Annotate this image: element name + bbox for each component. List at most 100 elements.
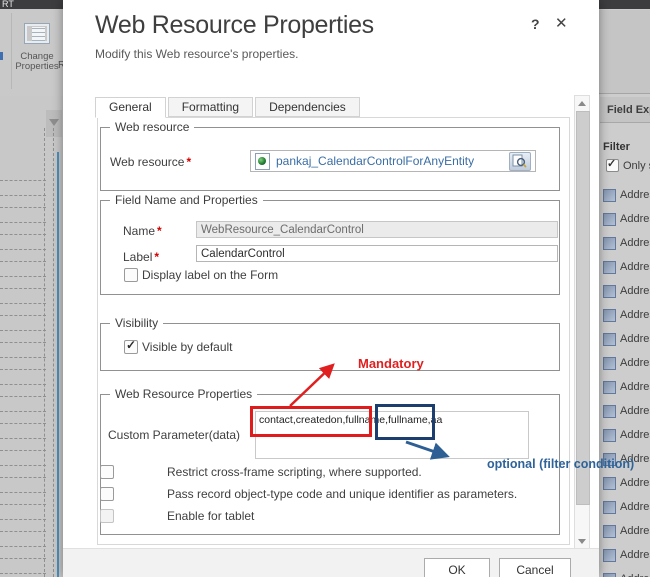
form-field-placeholder [0, 180, 46, 196]
web-resource-link[interactable]: pankaj_CalendarControlForAnyEntity [276, 154, 474, 168]
required-asterisk: * [154, 250, 160, 264]
optional-highlight-box [375, 404, 435, 440]
properties-sheet-icon [24, 23, 50, 44]
web-resource-properties-dialog: Web Resource Properties Modify this Web … [63, 0, 634, 577]
optional-annotation: optional (filter condition) [487, 457, 635, 471]
scrollbar-thumb[interactable] [576, 111, 590, 505]
scrollbar-down-icon[interactable] [578, 539, 586, 544]
list-item-label: Address [620, 357, 650, 369]
field-icon [603, 333, 616, 346]
mandatory-annotation: Mandatory [358, 356, 424, 371]
label-label: Label * [123, 250, 160, 264]
list-item[interactable]: Address [599, 328, 650, 352]
form-field-placeholder [0, 477, 46, 493]
field-icon [603, 501, 616, 514]
ribbon-separator [11, 13, 12, 89]
dialog-subtitle: Modify this Web resource's properties. [95, 47, 299, 61]
form-editor-background [0, 96, 63, 577]
form-field-placeholder [0, 315, 46, 331]
list-item[interactable]: Address [599, 280, 650, 304]
label-input[interactable] [196, 245, 558, 262]
field-explorer-list: Address Address Address Address Address Addre… [599, 184, 650, 577]
list-item-label: Address [620, 573, 650, 577]
ok-button[interactable]: OK [424, 558, 490, 577]
tab-strip: General Formatting Dependencies [95, 97, 362, 118]
list-item[interactable]: Address [599, 568, 650, 577]
custom-parameter-label: Custom Parameter(data) [108, 428, 241, 442]
web-resource-legend: Web resource [110, 120, 195, 134]
pass-record-label: Pass record object-type code and unique … [167, 487, 518, 501]
filter-label: Filter [603, 141, 630, 153]
browse-lookup-icon[interactable] [509, 151, 531, 171]
field-icon [603, 429, 616, 442]
list-item[interactable]: Address [599, 304, 650, 328]
help-icon[interactable]: ? [531, 16, 540, 32]
list-item-label: Address [620, 501, 650, 513]
visible-by-default-checkbox[interactable] [124, 338, 138, 354]
name-label: Name * [123, 224, 162, 238]
ribbon-right-block [598, 10, 650, 94]
field-icon [603, 549, 616, 562]
cancel-button[interactable]: Cancel [499, 558, 571, 577]
tab-formatting[interactable]: Formatting [167, 97, 254, 117]
close-icon[interactable]: ✕ [555, 14, 568, 32]
list-item[interactable]: Address [599, 352, 650, 376]
form-field-placeholders [0, 180, 46, 577]
web-resource-field-label: Web resource * [110, 155, 192, 169]
list-item[interactable]: Address [599, 376, 650, 400]
dialog-scrollbar[interactable] [574, 95, 590, 550]
list-item[interactable]: Address [599, 256, 650, 280]
display-label-checkbox-label: Display label on the Form [142, 268, 279, 282]
list-item[interactable]: Address [599, 208, 650, 232]
name-input[interactable] [196, 221, 558, 238]
enable-for-tablet-label: Enable for tablet [167, 509, 255, 523]
form-field-placeholder [0, 207, 46, 223]
form-field-placeholder [0, 396, 46, 412]
change-properties-button[interactable]: Change Properties [14, 14, 60, 92]
form-column-guide [44, 128, 54, 577]
list-item[interactable]: Address [599, 544, 650, 568]
list-item-label: Address [620, 309, 650, 321]
form-field-placeholder [0, 558, 46, 574]
list-item[interactable]: Address [599, 424, 650, 448]
field-icon [603, 381, 616, 394]
list-item-label: Address [620, 405, 650, 417]
only-show-label: Only s [623, 159, 650, 172]
properties-legend: Web Resource Properties [110, 387, 258, 401]
magnifier-icon [512, 154, 527, 168]
form-field-placeholder [0, 288, 46, 304]
pass-record-checkbox[interactable] [100, 487, 114, 501]
form-field-placeholder [0, 234, 46, 250]
list-item-label: Address [620, 213, 650, 225]
list-item[interactable]: Address [599, 520, 650, 544]
ribbon-tab-fragment: RT [2, 0, 14, 9]
list-item-label: Address [620, 525, 650, 537]
list-item[interactable]: Address [599, 496, 650, 520]
field-icon [603, 357, 616, 370]
scrollbar-up-icon[interactable] [578, 101, 586, 106]
mandatory-highlight-box [250, 406, 372, 437]
list-item[interactable]: Address [599, 232, 650, 256]
list-item-label: Address [620, 261, 650, 273]
only-show-checkbox[interactable] [606, 157, 619, 173]
web-resource-lookup-field[interactable]: pankaj_CalendarControlForAnyEntity [250, 150, 536, 172]
change-properties-label-2: Properties [15, 61, 59, 72]
list-item[interactable]: Address [599, 184, 650, 208]
display-label-checkbox[interactable] [124, 268, 138, 282]
restrict-cross-frame-checkbox[interactable] [100, 465, 114, 479]
form-field-placeholder [0, 369, 46, 385]
list-item-label: Address [620, 381, 650, 393]
form-field-placeholder [0, 450, 46, 466]
enable-for-tablet-checkbox[interactable] [100, 509, 114, 523]
form-field-placeholder [0, 261, 46, 277]
tab-dependencies[interactable]: Dependencies [255, 97, 360, 117]
list-item-label: Address [620, 333, 650, 345]
field-icon [603, 213, 616, 226]
list-item[interactable]: Address [599, 472, 650, 496]
list-item[interactable]: Address [599, 400, 650, 424]
required-asterisk: * [157, 224, 162, 238]
visible-by-default-label: Visible by default [142, 340, 233, 354]
selected-section-border [57, 152, 59, 577]
page-title: Web Resource Properties [95, 11, 374, 39]
tab-general[interactable]: General [95, 97, 166, 118]
